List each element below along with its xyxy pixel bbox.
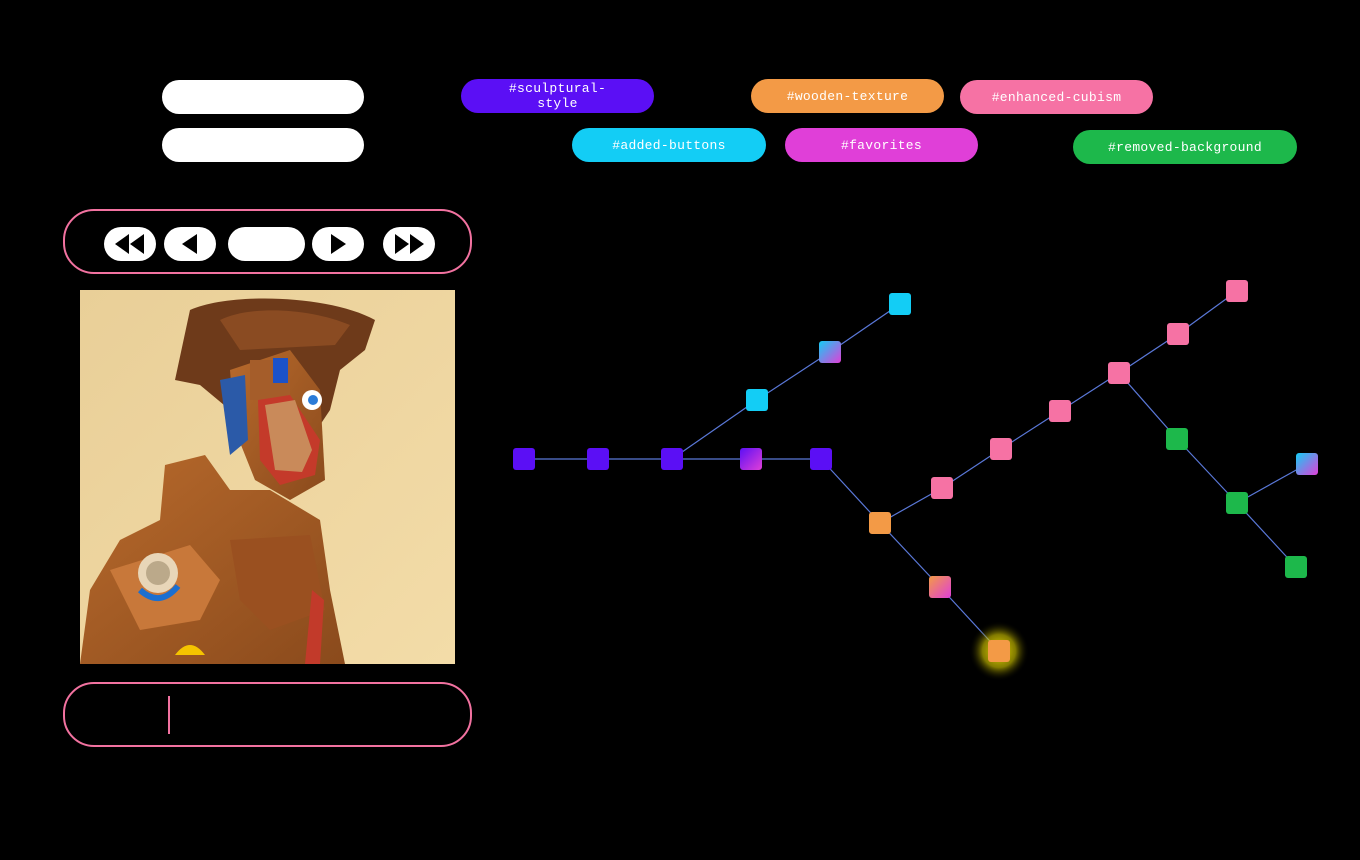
version-node-n16[interactable] (1166, 428, 1188, 450)
version-node-n3[interactable] (661, 448, 683, 470)
version-node-n17[interactable] (1226, 492, 1248, 514)
version-node-n1[interactable] (513, 448, 535, 470)
version-node-n20[interactable] (988, 640, 1010, 662)
version-node-n7[interactable] (819, 341, 841, 363)
version-graph (513, 280, 1318, 681)
version-node-n18[interactable] (1296, 453, 1318, 475)
version-node-n21[interactable] (929, 576, 951, 598)
version-node-n15[interactable] (1226, 280, 1248, 302)
version-node-n14[interactable] (1167, 323, 1189, 345)
version-node-n4[interactable] (740, 448, 762, 470)
version-node-n12[interactable] (1049, 400, 1071, 422)
version-node-n11[interactable] (990, 438, 1012, 460)
version-node-n6[interactable] (746, 389, 768, 411)
version-node-n10[interactable] (931, 477, 953, 499)
version-node-n13[interactable] (1108, 362, 1130, 384)
version-node-n8[interactable] (889, 293, 911, 315)
version-node-n9[interactable] (869, 512, 891, 534)
version-node-n2[interactable] (587, 448, 609, 470)
version-node-n5[interactable] (810, 448, 832, 470)
version-node-n19[interactable] (1285, 556, 1307, 578)
